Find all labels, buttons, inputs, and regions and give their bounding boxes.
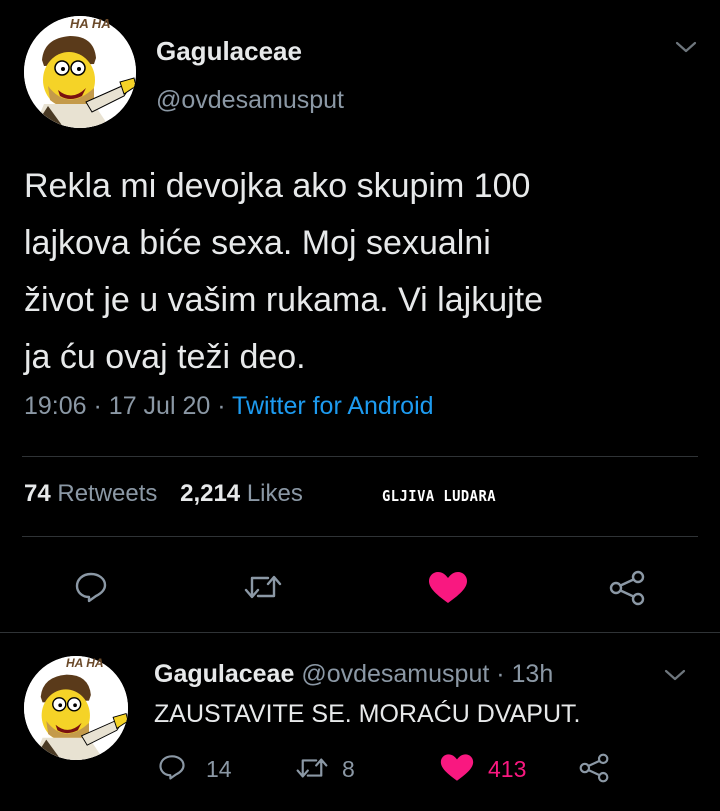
- reply-text: ZAUSTAVITE SE. MORAĆU DVAPUT.: [154, 700, 581, 728]
- reply-retweet-count: 8: [342, 756, 355, 782]
- tweet-source-link[interactable]: Twitter for Android: [232, 392, 433, 420]
- tweet-text-line: Rekla mi devojka ako skupim 100: [24, 167, 531, 205]
- divider: [0, 632, 720, 633]
- author-handle[interactable]: @ovdesamusput: [156, 86, 344, 115]
- reply-like-count: 413: [488, 756, 527, 782]
- more-options-chevron-down-icon[interactable]: [675, 40, 697, 54]
- divider: [22, 536, 698, 537]
- reply-icon[interactable]: [74, 570, 108, 604]
- avatar-caption: HA HA: [70, 16, 111, 31]
- reply-more-chevron-down-icon[interactable]: [664, 668, 686, 682]
- meta-separator: ·: [496, 660, 505, 688]
- retweets-count: 74: [24, 480, 51, 507]
- reply-reply-icon[interactable]: [158, 753, 186, 781]
- tweet-text: Rekla mi devojka ako skupim 100 lajkova …: [24, 158, 543, 386]
- reply-author-name[interactable]: Gagulaceae: [154, 660, 294, 688]
- reply-share-icon[interactable]: [578, 753, 610, 783]
- meta-separator: ·: [217, 392, 226, 420]
- reply-like-heart-icon[interactable]: [440, 753, 474, 783]
- reply-retweet-icon[interactable]: [296, 755, 328, 781]
- tweet-text-line: život je u vašim rukama. Vi lajkujte: [24, 281, 544, 319]
- tweet-text-line: lajkova biće sexa. Moj sexualni: [24, 224, 491, 262]
- tweet-text-line: ja ću ovaj teži deo.: [24, 338, 306, 376]
- meta-separator: ·: [93, 392, 102, 420]
- retweet-icon[interactable]: [244, 572, 282, 602]
- author-avatar[interactable]: [24, 16, 136, 128]
- engagement-stats: 74 Retweets 2,214 Likes: [24, 480, 303, 508]
- reply-header: Gagulaceae @ovdesamusput · 13h: [154, 660, 553, 689]
- tweet-date[interactable]: 17 Jul 20: [109, 392, 210, 420]
- tweet-time[interactable]: 19:06: [24, 392, 87, 420]
- reply-reply-count: 14: [206, 756, 232, 782]
- like-heart-icon[interactable]: [428, 571, 468, 605]
- likes-stat[interactable]: 2,214 Likes: [180, 480, 303, 507]
- likes-label: Likes: [246, 480, 303, 507]
- tweet-meta: 19:06 · 17 Jul 20 · Twitter for Android: [24, 392, 434, 421]
- retweets-label: Retweets: [57, 480, 158, 507]
- watermark: GLJIVA LUDARA: [382, 487, 496, 505]
- reply-avatar-caption: HA HA: [66, 656, 104, 670]
- share-icon[interactable]: [608, 570, 646, 606]
- retweets-stat[interactable]: 74 Retweets: [24, 480, 164, 507]
- reply-age[interactable]: 13h: [512, 660, 554, 688]
- author-name[interactable]: Gagulaceae: [156, 36, 302, 67]
- reply-author-avatar[interactable]: [24, 656, 128, 760]
- likes-count: 2,214: [180, 480, 241, 507]
- divider: [22, 456, 698, 457]
- reply-author-handle[interactable]: @ovdesamusput: [301, 660, 489, 688]
